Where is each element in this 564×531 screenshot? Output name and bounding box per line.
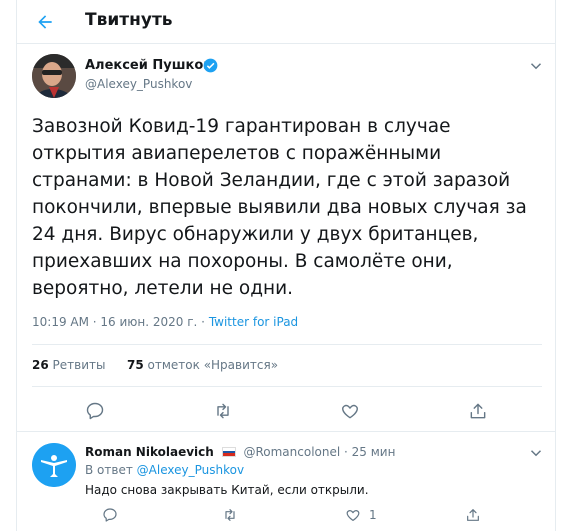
russia-flag-icon — [221, 447, 236, 457]
likes-label: отметок «Нравится» — [147, 358, 279, 372]
meta-separator: · — [197, 315, 209, 329]
share-icon — [470, 403, 486, 419]
reply-retweet-button[interactable] — [220, 505, 244, 529]
tweet-date[interactable]: 16 июн. 2020 г. — [100, 315, 197, 329]
tweet-time: 10:19 AM — [32, 315, 89, 329]
retweet-icon — [225, 509, 235, 521]
arrow-left-icon — [38, 15, 52, 29]
reply-author-handle[interactable]: @Romancolonel — [243, 445, 340, 459]
divider — [32, 386, 542, 387]
retweet-icon — [217, 403, 229, 419]
share-icon — [467, 509, 479, 521]
reply-header: Roman Nikolaevich @Romancolonel · 25 мин — [85, 445, 395, 459]
reply-like-button[interactable] — [343, 505, 367, 529]
reply-to-mention[interactable]: @Alexey_Pushkov — [137, 463, 244, 477]
reply-tweet[interactable]: Roman Nikolaevich @Romancolonel · 25 мин… — [17, 432, 555, 531]
reply-icon — [86, 402, 104, 420]
retweets-label: Ретвиты — [52, 358, 106, 372]
heart-icon — [342, 404, 358, 419]
tweet-source-link[interactable]: Twitter for iPad — [209, 315, 298, 329]
reply-time[interactable]: 25 мин — [352, 445, 396, 459]
reply-to-line: В ответ @Alexey_Pushkov — [85, 463, 244, 477]
page-header: Твитнуть — [17, 0, 555, 44]
reply-to-prefix: В ответ — [85, 463, 133, 477]
author-handle[interactable]: @Alexey_Pushkov — [85, 77, 192, 91]
tweet-column: Твитнуть Алексей Пушков @Alexey_Pushkov … — [16, 0, 556, 531]
chevron-down-icon[interactable] — [527, 444, 545, 462]
retweets-stat[interactable]: 26 Ретвиты — [32, 358, 105, 372]
tweet-meta: 10:19 AM · 16 июн. 2020 г. · Twitter for… — [32, 315, 298, 329]
likes-count: 75 — [127, 358, 144, 372]
like-button[interactable] — [338, 399, 362, 423]
page-title: Твитнуть — [85, 10, 173, 30]
reply-author-avatar[interactable] — [32, 443, 76, 487]
reply-share-button[interactable] — [463, 505, 487, 529]
retweet-button[interactable] — [211, 399, 235, 423]
likes-stat[interactable]: 75 отметок «Нравится» — [127, 358, 278, 372]
meta-separator: · — [340, 445, 352, 459]
reply-button[interactable] — [83, 399, 107, 423]
reply-reply-button[interactable] — [100, 505, 124, 529]
reply-like-count: 1 — [369, 508, 377, 522]
author-avatar[interactable] — [32, 54, 76, 98]
share-button[interactable] — [466, 399, 490, 423]
back-button[interactable] — [31, 8, 59, 36]
author-name[interactable]: Алексей Пушков — [85, 58, 212, 73]
reply-text: Надо снова закрывать Китай, если открыли… — [85, 483, 369, 497]
verified-badge-icon — [203, 58, 218, 73]
chevron-down-icon[interactable] — [527, 57, 545, 75]
meta-separator: · — [88, 315, 101, 329]
tweet-text: Завозной Ковид-19 гарантирован в случае … — [32, 116, 527, 299]
heart-icon — [346, 510, 360, 521]
reply-icon — [103, 508, 117, 522]
retweets-count: 26 — [32, 358, 49, 372]
reply-author-name[interactable]: Roman Nikolaevich — [85, 445, 214, 459]
reply-actions: 1 — [85, 505, 485, 527]
divider — [32, 344, 542, 345]
